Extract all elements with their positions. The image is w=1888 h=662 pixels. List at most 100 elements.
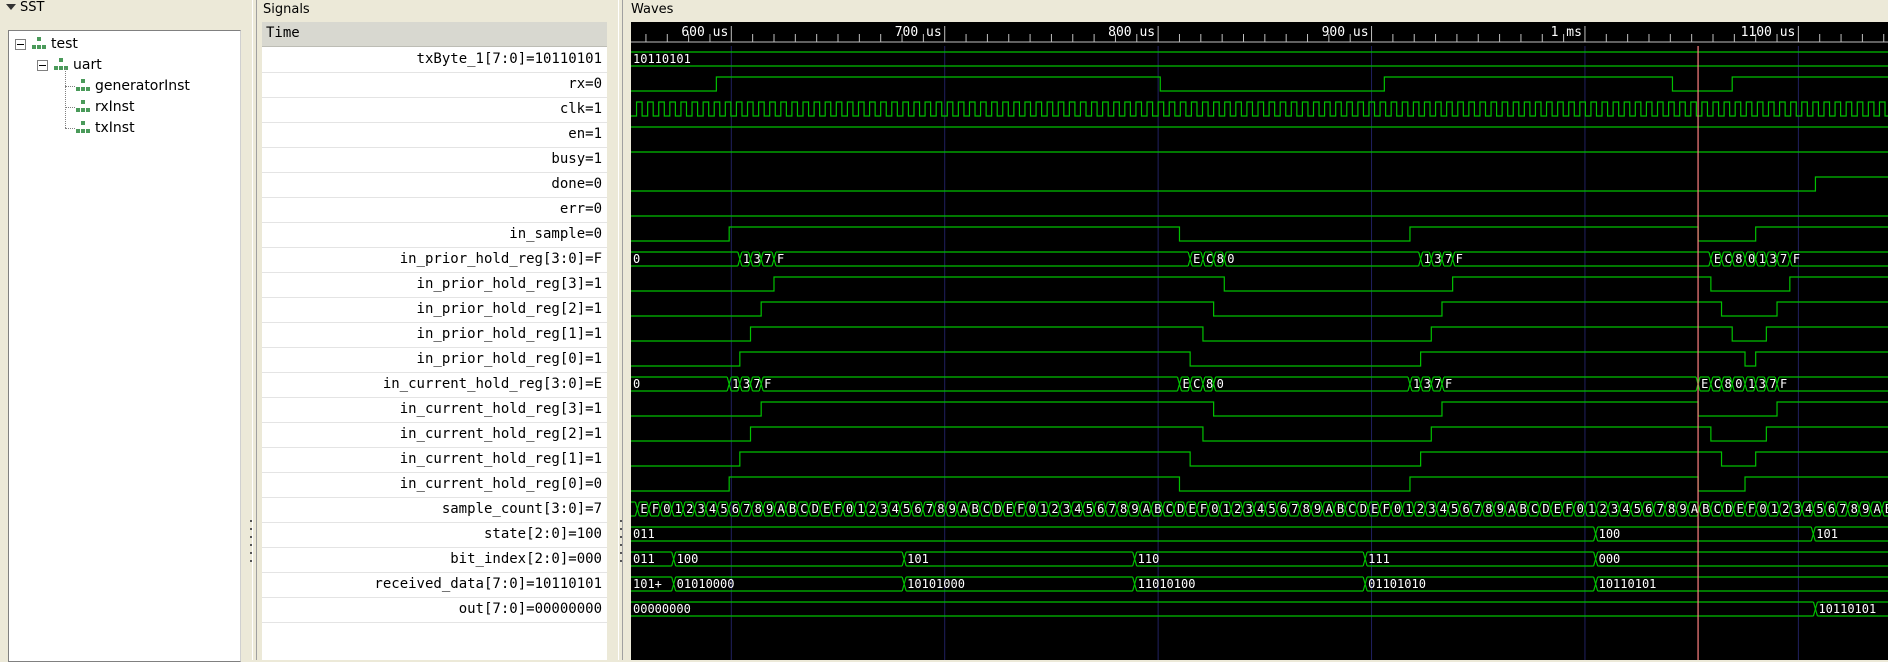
signal-name-value: received_data[7:0]=10110101	[374, 576, 602, 592]
signal-row[interactable]: in_prior_hold_reg[1]=1	[262, 322, 607, 348]
equals-sign: =	[526, 576, 535, 592]
signal-row[interactable]: sample_count[3:0]=7	[262, 497, 607, 523]
signal-row[interactable]: en=1	[262, 122, 607, 148]
signal-row[interactable]: in_current_hold_reg[3:0]=E	[262, 372, 607, 398]
equals-sign: =	[585, 351, 594, 367]
signal-name: out[7:0]	[458, 601, 527, 617]
tree-item-rxInst[interactable]: rxInst	[9, 97, 239, 117]
equals-sign: =	[585, 426, 594, 442]
bus-value-label: 0	[663, 502, 670, 516]
hierarchy-tree: test uart generatorInst rxInst txInst	[8, 30, 241, 662]
signal-row[interactable]: rx=0	[262, 72, 607, 98]
signal-name: in_prior_hold_reg[2]	[416, 301, 586, 317]
bus-value-label: 3	[1063, 502, 1070, 516]
bus-value-label: 1	[1040, 502, 1047, 516]
equals-sign: =	[585, 151, 594, 167]
signal-row[interactable]: clk=1	[262, 97, 607, 123]
bus-value-label: 2	[1051, 502, 1058, 516]
bus-value-label: 3	[1246, 502, 1253, 516]
tree-item-label: txInst	[95, 120, 135, 136]
signal-name: in_current_hold_reg[2]	[399, 426, 586, 442]
tree-item-txInst[interactable]: txInst	[9, 118, 239, 138]
signal-name-value: in_current_hold_reg[3:0]=E	[383, 376, 602, 392]
signal-name-value: out[7:0]=00000000	[459, 601, 602, 617]
collapse-arrow-icon[interactable]	[6, 4, 16, 10]
waveform-canvas[interactable]: 600 us 700 us 800 us 900 us 1 ms 1100 us 10110…	[631, 22, 1888, 660]
signal-row[interactable]: in_prior_hold_reg[0]=1	[262, 347, 607, 373]
bus-value-label: 9	[1314, 502, 1321, 516]
signal-row[interactable]: done=0	[262, 172, 607, 198]
bus-value-label: 6	[1097, 502, 1104, 516]
bus-value-label: E	[1188, 502, 1195, 516]
bit-trace	[631, 326, 1888, 342]
bus-value-label: 0	[1759, 502, 1766, 516]
bus-value-label: 6	[914, 502, 921, 516]
signal-row[interactable]: in_current_hold_reg[3]=1	[262, 397, 607, 423]
splitter-grip-icon[interactable]	[250, 520, 256, 564]
bus-value-label: 00000000	[633, 602, 691, 616]
signals-header: Time	[262, 22, 607, 47]
signal-name: in_prior_hold_reg[0]	[416, 351, 586, 367]
tree-item-uart[interactable]: uart	[9, 55, 239, 75]
bus-value-label: 10101000	[907, 577, 965, 591]
equals-sign: =	[585, 501, 594, 517]
bus-value-label: E	[823, 502, 830, 516]
signal-row[interactable]: in_prior_hold_reg[2]=1	[262, 297, 607, 323]
signal-row[interactable]: in_current_hold_reg[1]=1	[262, 447, 607, 473]
bus-value-label: 10110101	[633, 52, 691, 66]
equals-sign: =	[585, 76, 594, 92]
bus-value-label: 5	[1268, 502, 1275, 516]
bus-value-label: 0	[1394, 502, 1401, 516]
signal-row[interactable]: busy=1	[262, 147, 607, 173]
time-header-label: Time	[266, 25, 300, 41]
bus-value-label: B	[972, 502, 979, 516]
bus-value-label: 1	[675, 502, 682, 516]
tree-item-test[interactable]: test	[9, 34, 239, 54]
signal-value: F	[593, 251, 602, 267]
bus-value-label: 9	[949, 502, 956, 516]
signal-row[interactable]: out[7:0]=00000000	[262, 597, 607, 623]
bus-value-label: 0	[633, 252, 640, 266]
signal-value: 0	[593, 476, 602, 492]
waveform-svg[interactable]: 600 us 700 us 800 us 900 us 1 ms 1100 us10110…	[631, 22, 1888, 660]
bus-value-label: D	[1177, 502, 1184, 516]
bus-trace	[631, 526, 1888, 542]
bus-value-label: 1	[1405, 502, 1412, 516]
bus-trace	[631, 251, 1888, 267]
signal-row[interactable]: bit_index[2:0]=000	[262, 547, 607, 573]
signal-name-value: in_prior_hold_reg[1]=1	[417, 326, 602, 342]
bus-value-label: 011	[633, 552, 655, 566]
signal-row[interactable]: txByte_1[7:0]=10110101	[262, 47, 607, 73]
bus-value-label: F	[1200, 502, 1207, 516]
bus-value-label: 100	[1599, 527, 1621, 541]
signal-row[interactable]: in_current_hold_reg[2]=1	[262, 422, 607, 448]
bus-value-label: F	[1456, 252, 1463, 266]
tree-item-generatorInst[interactable]: generatorInst	[9, 76, 239, 96]
bus-value-label: D	[1542, 502, 1549, 516]
signal-row[interactable]: in_prior_hold_reg[3:0]=F	[262, 247, 607, 273]
time-axis-label: 1100 us	[1741, 25, 1796, 40]
bus-value-label: 8	[1485, 502, 1492, 516]
signal-row[interactable]: in_current_hold_reg[0]=0	[262, 472, 607, 498]
signal-row[interactable]: in_sample=0	[262, 222, 607, 248]
bus-value-label: 7	[1109, 502, 1116, 516]
bus-value-label: 8	[937, 502, 944, 516]
equals-sign: =	[585, 376, 594, 392]
signal-row[interactable]: state[2:0]=100	[262, 522, 607, 548]
splitter-grip-icon[interactable]	[620, 520, 626, 564]
signal-value: 000	[576, 551, 602, 567]
signal-name: in_prior_hold_reg[3]	[416, 276, 586, 292]
signal-value: 0	[593, 201, 602, 217]
bus-value-label: 7	[1839, 502, 1846, 516]
tree-item-label: rxInst	[95, 99, 135, 115]
signal-row[interactable]: received_data[7:0]=10110101	[262, 572, 607, 598]
tree-collapse-icon[interactable]	[37, 60, 48, 71]
bit-trace	[631, 451, 1888, 467]
bus-value-label: 9	[1862, 502, 1869, 516]
signal-row[interactable]: in_prior_hold_reg[3]=1	[262, 272, 607, 298]
signal-row[interactable]: err=0	[262, 197, 607, 223]
tree-collapse-icon[interactable]	[15, 39, 26, 50]
signal-name: err	[559, 201, 586, 217]
bus-value-label: C	[1166, 502, 1173, 516]
bus-value-label: 000	[1599, 552, 1621, 566]
